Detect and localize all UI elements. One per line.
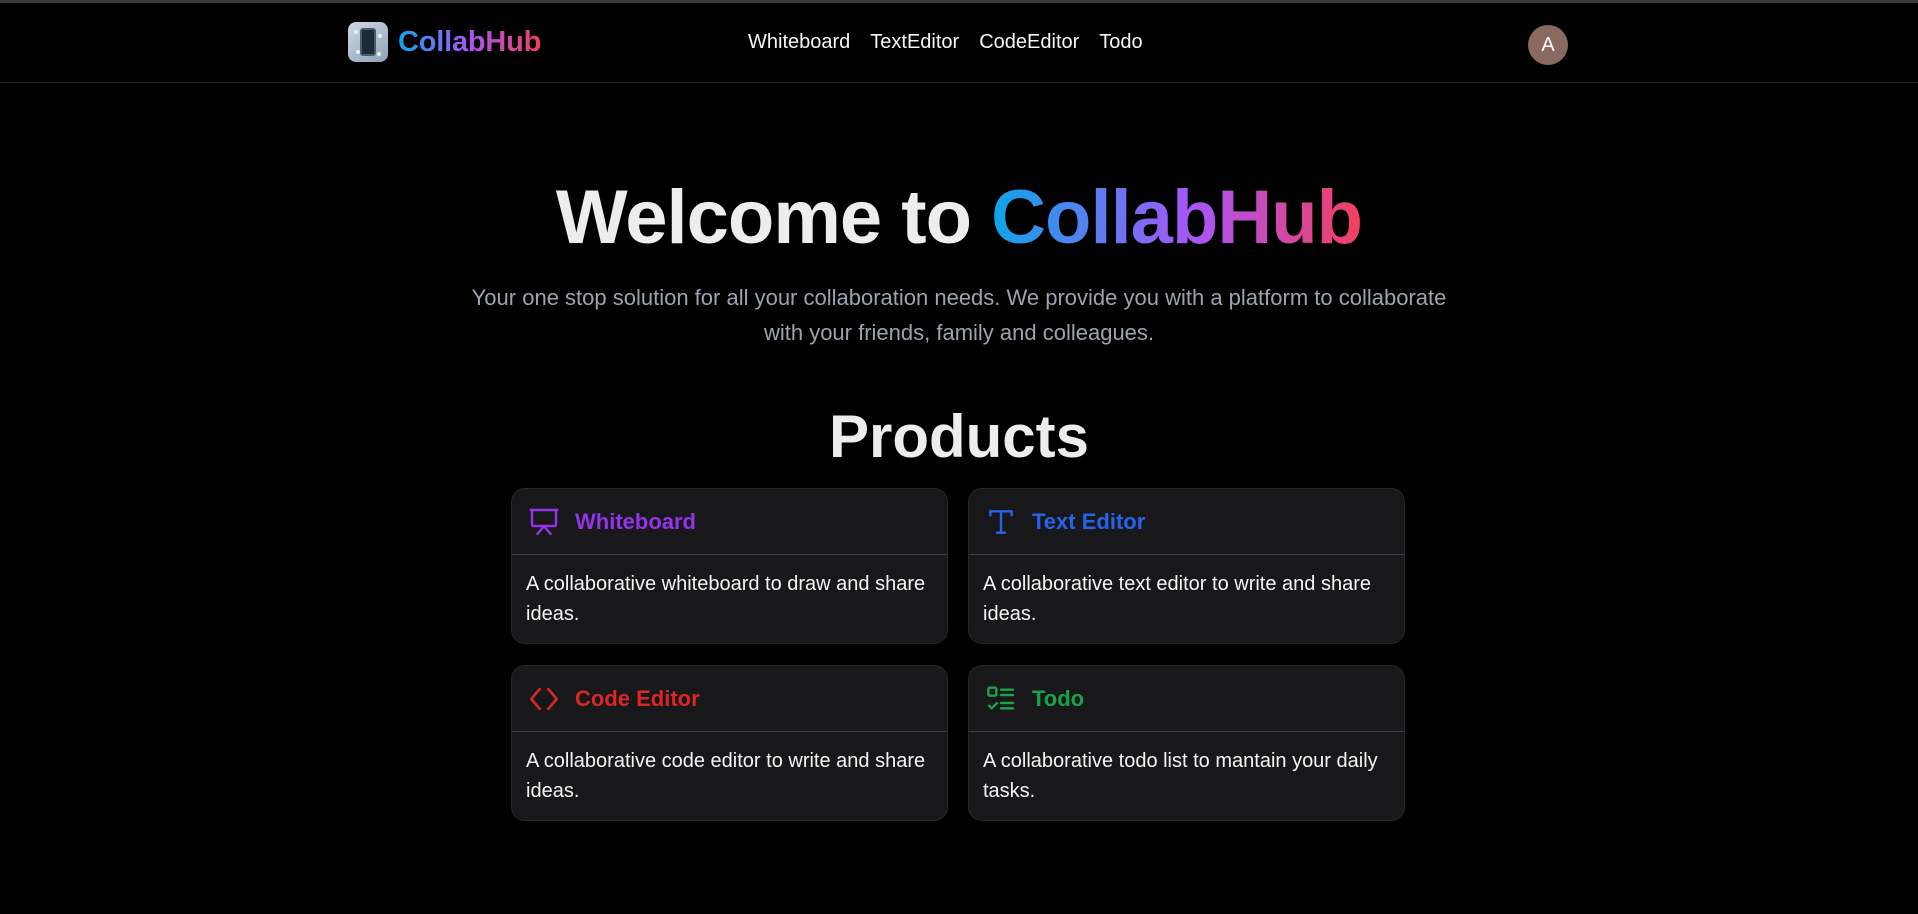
card-header: Todo	[969, 666, 1404, 732]
card-title: Todo	[1032, 685, 1085, 711]
checklist-icon	[984, 682, 1018, 716]
card-header: Whiteboard	[512, 489, 947, 555]
nav-link-codeeditor[interactable]: CodeEditor	[979, 31, 1079, 54]
presentation-board-icon	[527, 505, 561, 539]
nav-link-todo[interactable]: Todo	[1099, 31, 1142, 54]
hero-subtitle: Your one stop solution for all your coll…	[471, 285, 1447, 345]
products-heading: Products	[828, 403, 1090, 470]
hero-title: Welcome to CollabHub	[0, 174, 1918, 261]
card-header: Code Editor	[512, 666, 947, 732]
code-brackets-icon	[527, 682, 561, 716]
text-type-icon	[984, 505, 1018, 539]
navbar: CollabHub Whiteboard TextEditor CodeEdit…	[0, 3, 1918, 83]
nav-link-whiteboard[interactable]: Whiteboard	[748, 31, 850, 54]
product-card-text-editor[interactable]: Text Editor A collaborative text editor …	[968, 488, 1405, 644]
brand-link[interactable]: CollabHub	[348, 22, 541, 62]
card-description: A collaborative code editor to write and…	[526, 750, 926, 802]
card-description: A collaborative text editor to write and…	[983, 573, 1371, 625]
card-header: Text Editor	[969, 489, 1404, 555]
product-card-todo[interactable]: Todo A collaborative todo list to mantai…	[968, 665, 1405, 821]
user-avatar[interactable]: A	[1528, 25, 1568, 65]
product-card-code-editor[interactable]: Code Editor A collaborative code editor …	[511, 665, 948, 821]
card-description: A collaborative whiteboard to draw and s…	[526, 573, 926, 625]
brand-name: CollabHub	[398, 25, 542, 58]
card-title: Text Editor	[1032, 508, 1146, 534]
card-title: Code Editor	[575, 685, 700, 711]
main-nav: Whiteboard TextEditor CodeEditor Todo	[748, 31, 1143, 54]
hero-title-brand: CollabHub	[991, 175, 1363, 260]
app-logo-icon	[348, 22, 388, 62]
nav-link-texteditor[interactable]: TextEditor	[870, 31, 959, 54]
card-description: A collaborative todo list to mantain you…	[983, 750, 1378, 802]
hero-title-prefix: Welcome to	[555, 175, 992, 260]
product-card-whiteboard[interactable]: Whiteboard A collaborative whiteboard to…	[511, 488, 948, 644]
card-title: Whiteboard	[575, 508, 696, 534]
